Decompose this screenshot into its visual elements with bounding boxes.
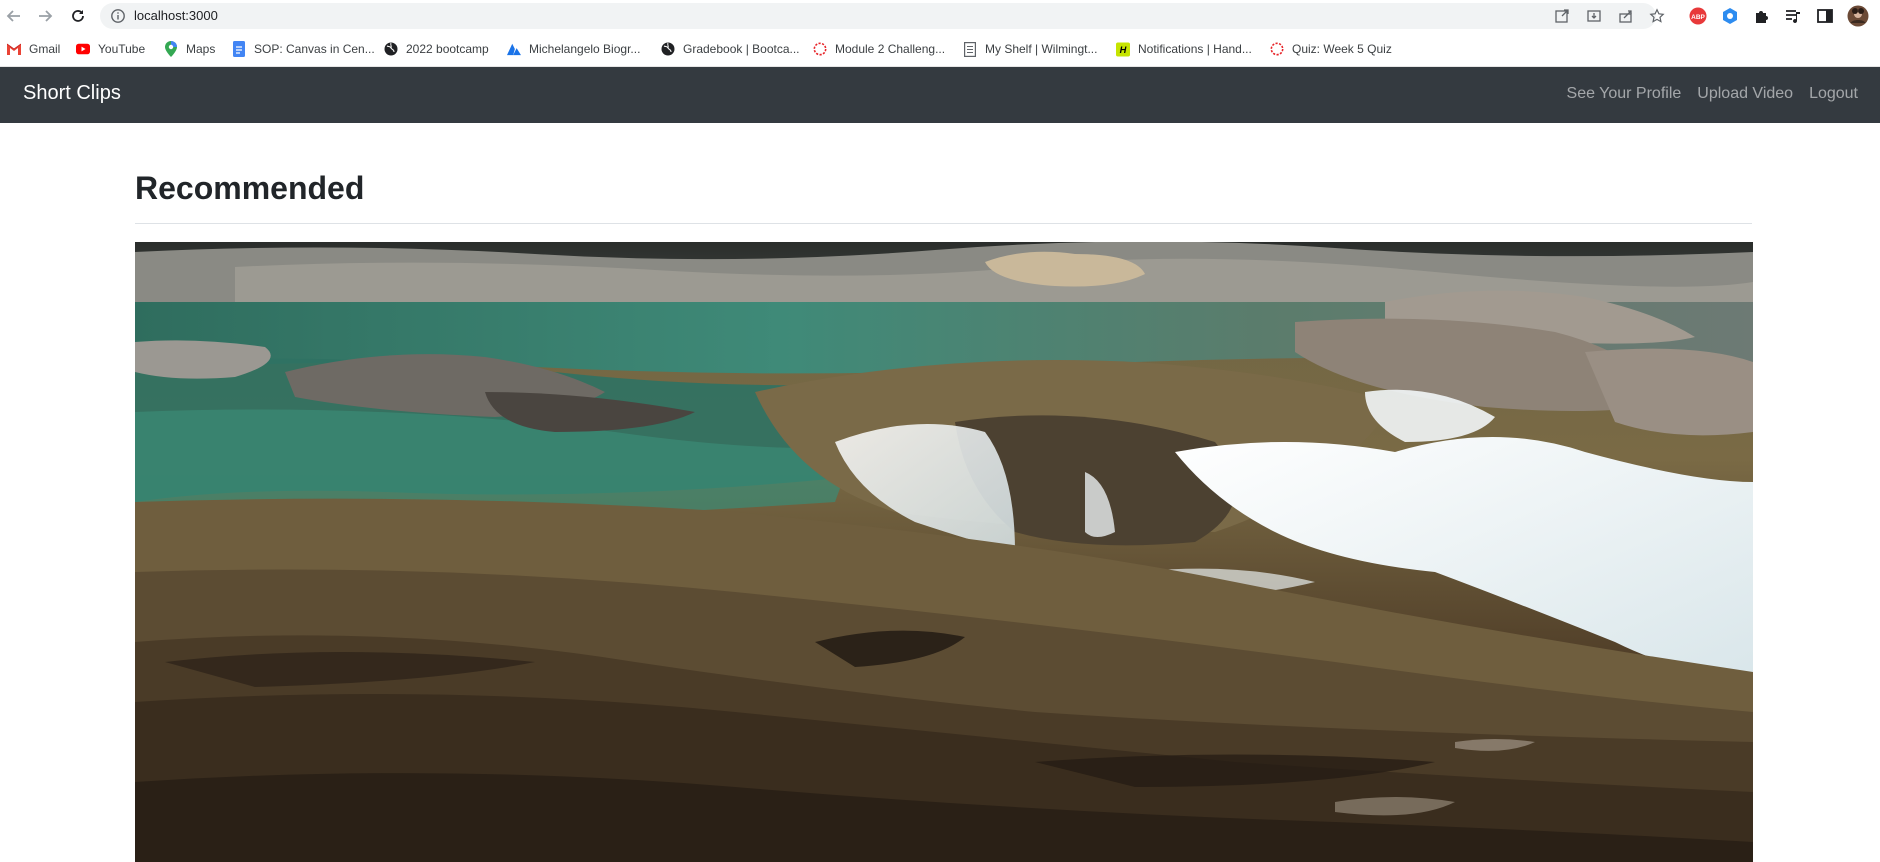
- side-panel-icon[interactable]: [1815, 6, 1835, 26]
- handshake-icon: H: [1116, 42, 1130, 56]
- section-title: Recommended: [135, 170, 365, 206]
- nav-link-upload-video[interactable]: Upload Video: [1697, 85, 1793, 103]
- bookmark-quiz-week-5[interactable]: Quiz: Week 5 Quiz: [1270, 40, 1392, 58]
- bookmark-notifications[interactable]: H Notifications | Hand...: [1116, 40, 1252, 58]
- nav-links: See Your Profile Upload Video Logout: [1567, 85, 1858, 103]
- canvas-icon: [1270, 42, 1284, 56]
- video-player[interactable]: [135, 242, 1753, 862]
- star-icon[interactable]: [1649, 8, 1665, 24]
- brand-link[interactable]: Short Clips: [23, 82, 121, 105]
- maps-icon: [164, 41, 178, 57]
- bookmark-gmail[interactable]: Gmail: [7, 40, 60, 58]
- svg-text:H: H: [1120, 45, 1127, 55]
- bookmark-gradebook[interactable]: Gradebook | Bootca...: [661, 40, 800, 58]
- forward-arrow-icon[interactable]: [33, 4, 57, 28]
- back-arrow-icon[interactable]: [2, 4, 26, 28]
- share-icon[interactable]: [1618, 8, 1634, 24]
- puzzle-icon[interactable]: [1752, 6, 1772, 26]
- bookmark-2022-bootcamp[interactable]: 2022 bootcamp: [384, 40, 489, 58]
- profile-avatar[interactable]: [1846, 4, 1870, 28]
- gmail-icon: [7, 42, 21, 56]
- reload-icon[interactable]: [66, 4, 90, 28]
- svg-text:ABP: ABP: [1691, 14, 1705, 21]
- title-divider: [135, 223, 1752, 224]
- bookmark-michelangelo[interactable]: Michelangelo Biogr...: [507, 40, 640, 58]
- globe-icon: [661, 42, 675, 56]
- extension-blue-icon[interactable]: [1720, 6, 1740, 26]
- adblock-plus-icon[interactable]: ABP: [1688, 6, 1708, 26]
- bookmark-my-shelf[interactable]: My Shelf | Wilmingt...: [963, 40, 1097, 58]
- media-queue-icon[interactable]: [1783, 6, 1803, 26]
- site-info-icon[interactable]: [110, 8, 126, 24]
- open-in-app-icon[interactable]: [1554, 8, 1570, 24]
- biography-icon: [507, 42, 521, 56]
- bookmark-sop-canvas[interactable]: SOP: Canvas in Cen...: [232, 40, 375, 58]
- youtube-icon: [76, 42, 90, 56]
- bookmark-module-2[interactable]: Module 2 Challeng...: [813, 40, 945, 58]
- install-icon[interactable]: [1586, 8, 1602, 24]
- bookmark-maps[interactable]: Maps: [164, 40, 215, 58]
- bookmark-youtube[interactable]: YouTube: [76, 40, 145, 58]
- bookmarks-bar: Gmail YouTube Maps SOP: Canvas in Cen...…: [0, 32, 1880, 67]
- nav-link-profile[interactable]: See Your Profile: [1567, 85, 1682, 103]
- nav-link-logout[interactable]: Logout: [1809, 85, 1858, 103]
- google-docs-icon: [232, 41, 246, 57]
- app-navbar: Short Clips See Your Profile Upload Vide…: [0, 67, 1880, 123]
- canvas-icon: [813, 42, 827, 56]
- browser-toolbar: localhost:3000 ABP: [0, 0, 1880, 32]
- globe-icon: [384, 42, 398, 56]
- river-rocks-video-frame: [135, 242, 1753, 862]
- document-icon: [963, 41, 977, 57]
- address-bar[interactable]: localhost:3000: [100, 3, 1665, 29]
- url-text[interactable]: localhost:3000: [134, 8, 218, 23]
